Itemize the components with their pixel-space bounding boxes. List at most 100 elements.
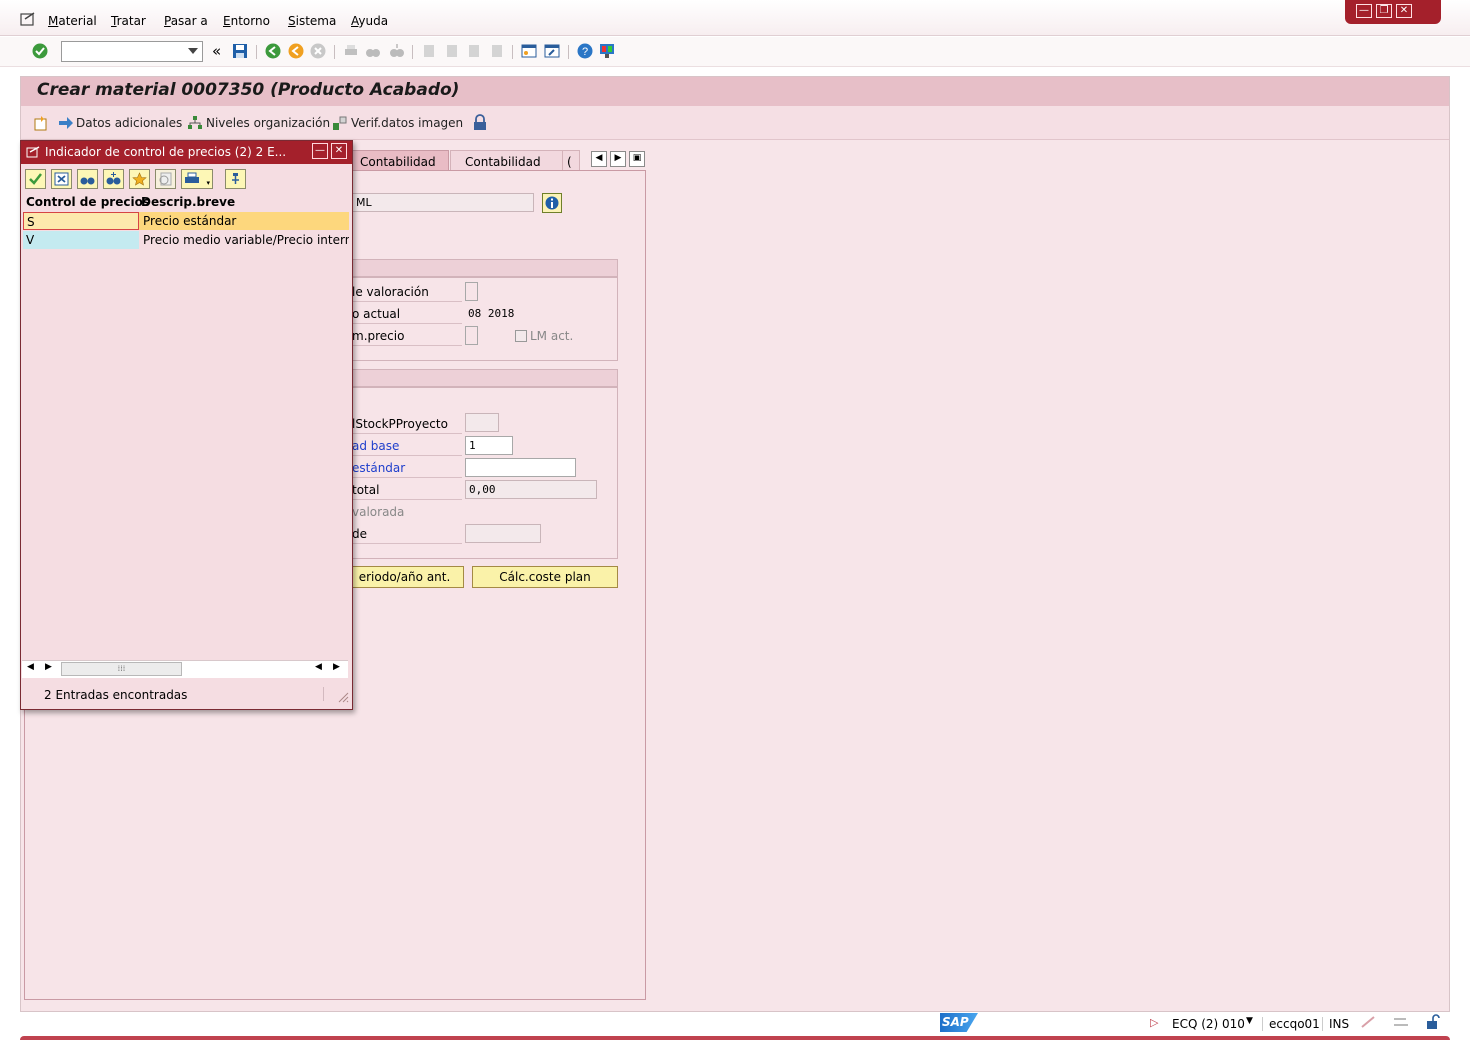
label-valorada: valorada	[352, 505, 405, 519]
scroll-left-icon[interactable]: ◀	[27, 662, 34, 672]
lm-act-checkbox[interactable]	[515, 330, 527, 342]
menu-sistema[interactable]: Sistema	[288, 14, 336, 28]
resize-grip-icon[interactable]	[336, 690, 349, 703]
previous-period-button[interactable]: eriodo/año ant.	[345, 566, 464, 588]
tab-list-icon[interactable]: ▣	[629, 151, 645, 167]
tab-contabilidad-2[interactable]: Contabilidad 2	[450, 150, 564, 183]
list-item[interactable]: V Precio medio variable/Precio interno p	[23, 231, 349, 249]
dialog-confirm-button[interactable]	[25, 169, 46, 189]
chevron-down-icon[interactable]	[188, 48, 198, 54]
dialog-list-area	[23, 193, 349, 659]
dialog-close-icon[interactable]: ✕	[331, 143, 347, 159]
group-header-general	[345, 259, 618, 277]
tab-contabilidad-1[interactable]: Contabilidad 1	[345, 150, 449, 183]
close-icon[interactable]: ✕	[1396, 4, 1412, 18]
scroll-right-icon[interactable]: ▶	[333, 662, 340, 672]
valuation-class-field	[465, 524, 541, 543]
minimize-icon[interactable]: —	[1356, 4, 1372, 18]
tab-scroll-left-icon[interactable]: ◀	[591, 151, 607, 167]
menu-entorno[interactable]: Entorno	[223, 14, 270, 28]
dialog-favorites-button[interactable]	[129, 169, 150, 189]
dialog-find-button[interactable]	[77, 169, 98, 189]
dialog-print-button[interactable]: ▾	[181, 169, 213, 189]
toolbar-separator	[568, 45, 569, 59]
command-field[interactable]	[61, 41, 203, 62]
verif-datos-imagen-button[interactable]: Verif.datos imagen	[351, 116, 463, 130]
history-back-icon[interactable]: «	[212, 42, 221, 60]
status-expand-icon[interactable]: ▷	[1150, 1016, 1158, 1029]
dialog-title: Indicador de control de precios (2) 2 E.…	[45, 145, 287, 159]
cell-code[interactable]: S	[23, 212, 139, 230]
enter-icon[interactable]	[32, 43, 48, 59]
info-icon	[545, 196, 559, 210]
scroll-thumb[interactable]: ⁞⁞⁞	[61, 662, 182, 676]
next-page-icon[interactable]	[466, 43, 482, 59]
scroll-right-icon[interactable]: ▶	[45, 662, 52, 672]
check-data-icon	[333, 116, 347, 130]
checkmark-icon	[29, 173, 42, 185]
cell-description[interactable]: Precio medio variable/Precio interno p	[140, 231, 349, 249]
menu-pasar-a[interactable]: Pasar a	[164, 14, 208, 28]
tab-more[interactable]: (	[562, 150, 580, 170]
toolbar-separator	[512, 45, 513, 59]
dialog-minimize-icon[interactable]: —	[312, 143, 328, 159]
menu-ayuda[interactable]: Ayuda	[351, 14, 388, 28]
first-page-icon[interactable]	[421, 43, 437, 59]
cell-description[interactable]: Precio estándar	[140, 212, 349, 230]
label-underline	[345, 301, 462, 302]
restore-icon[interactable]: ❐	[1376, 4, 1392, 18]
price-unit-input[interactable]: 1	[465, 436, 513, 455]
datos-adicionales-button[interactable]: Datos adicionales	[76, 116, 182, 130]
help-icon[interactable]: ?	[577, 43, 593, 59]
dropdown-arrow-icon: ▾	[206, 179, 210, 187]
dialog-tree-button[interactable]	[225, 169, 246, 189]
find-next-icon[interactable]	[389, 43, 405, 59]
back-icon[interactable]	[265, 43, 281, 59]
status-accent-line	[20, 1036, 1450, 1040]
scroll-left-icon[interactable]: ◀	[315, 662, 322, 672]
info-button[interactable]	[542, 193, 562, 213]
dialog-menu-icon[interactable]	[26, 146, 40, 158]
dialog-find-next-button[interactable]	[103, 169, 124, 189]
status-separator	[1262, 1017, 1263, 1031]
valuation-field[interactable]	[465, 282, 478, 301]
unlock-icon[interactable]	[1426, 1014, 1442, 1030]
server-name: eccqo01	[1269, 1017, 1320, 1031]
label-stock-proyecto: lStockPProyecto	[352, 417, 448, 431]
shortcut-icon[interactable]	[544, 43, 560, 59]
print-icon[interactable]	[343, 43, 359, 59]
menu-icon[interactable]	[20, 12, 36, 26]
new-session-icon[interactable]	[521, 43, 537, 59]
dialog-cancel-button[interactable]	[51, 169, 72, 189]
standard-price-input[interactable]	[465, 458, 576, 477]
printer-icon	[185, 172, 199, 183]
column-header-control-precios[interactable]: Control de precios	[26, 194, 150, 211]
other-material-icon[interactable]	[33, 115, 49, 131]
binoculars-plus-icon	[106, 172, 121, 185]
dialog-info-button[interactable]	[155, 169, 176, 189]
customize-layout-icon[interactable]	[599, 43, 615, 59]
tab-scroll-right-icon[interactable]: ▶	[610, 151, 626, 167]
cancel-icon[interactable]	[310, 43, 326, 59]
list-item[interactable]: S Precio estándar	[23, 212, 349, 230]
cost-estimate-button[interactable]: Cálc.coste plan	[472, 566, 618, 588]
label-underline	[345, 455, 462, 456]
toolbar-separator	[412, 45, 413, 59]
column-header-descrip-breve[interactable]: Descrip.breve	[141, 194, 235, 211]
previous-page-icon[interactable]	[444, 43, 460, 59]
current-period-value: 08 2018	[468, 307, 515, 320]
save-icon[interactable]	[232, 43, 248, 59]
niveles-organizacion-button[interactable]: Niveles organización	[206, 116, 330, 130]
exit-icon[interactable]	[288, 43, 304, 59]
group-header-prices	[345, 369, 618, 387]
menu-material[interactable]: Material	[48, 14, 97, 28]
find-icon[interactable]	[365, 43, 381, 59]
price-determination-field[interactable]	[465, 326, 478, 345]
menu-tratar[interactable]: Tratar	[111, 14, 146, 28]
last-page-icon[interactable]	[489, 43, 505, 59]
system-dropdown-icon[interactable]: ▼	[1246, 1016, 1253, 1026]
lock-icon[interactable]	[473, 114, 487, 131]
system-info: ECQ (2) 010	[1172, 1017, 1245, 1031]
svg-text:?: ?	[582, 46, 588, 58]
cell-code[interactable]: V	[23, 231, 139, 249]
